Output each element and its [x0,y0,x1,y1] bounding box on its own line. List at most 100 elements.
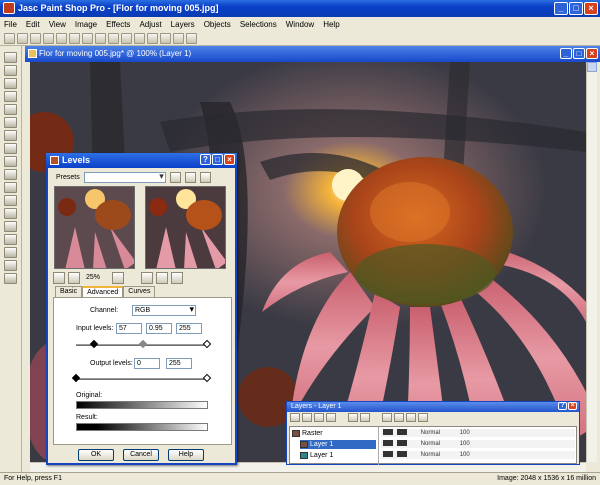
menu-help[interactable]: Help [323,20,339,29]
menu-effects[interactable]: Effects [106,20,130,29]
selection-tool-icon[interactable] [4,65,17,76]
browse-icon[interactable] [30,33,41,44]
paste-icon[interactable] [121,33,132,44]
layer-blend-row[interactable]: Normal 100 [381,440,575,448]
auto-proof-icon[interactable] [156,271,169,284]
input-gamma-field[interactable]: 0.95 [146,323,172,334]
overview-toggle-icon[interactable] [160,33,171,44]
layer-blend-row[interactable]: Normal 100 [381,451,575,459]
output-black-handle[interactable] [71,373,81,383]
link-layers-icon[interactable] [394,413,404,422]
duplicate-layer-icon[interactable] [348,413,358,422]
scroll-up-icon[interactable] [587,62,597,72]
layer-row-selected[interactable]: Layer 1 [300,440,376,449]
reset-preset-icon[interactable] [199,172,211,183]
redo-icon[interactable] [82,33,93,44]
flood-fill-tool-icon[interactable] [4,234,17,245]
print-icon[interactable] [56,33,67,44]
input-gamma-handle[interactable] [138,339,148,349]
output-levels-slider[interactable] [76,378,208,380]
new-adjustment-layer-icon[interactable] [326,413,336,422]
layers-help-button[interactable]: ? [558,402,567,410]
new-raster-layer-icon[interactable] [290,413,300,422]
eraser-tool-icon[interactable] [4,221,17,232]
layers-toggle-icon[interactable] [147,33,158,44]
navigate-icon[interactable] [112,271,125,284]
presets-dropdown[interactable] [83,171,166,183]
menu-selections[interactable]: Selections [240,20,277,29]
dropper-tool-icon[interactable] [4,117,17,128]
text-tool-icon[interactable] [4,247,17,258]
dialog-help-button[interactable]: ? [200,154,211,165]
minimize-button[interactable]: _ [554,2,568,15]
delete-preset-icon[interactable] [184,172,196,183]
zoom-tool-icon[interactable] [4,52,17,63]
perspective-tool-icon[interactable] [4,156,17,167]
channel-dropdown[interactable]: RGB [132,305,196,316]
delete-layer-icon[interactable] [360,413,370,422]
clone-brush-tool-icon[interactable] [4,195,17,206]
open-folder-icon[interactable] [17,33,28,44]
red-eye-tool-icon[interactable] [4,169,17,180]
tab-curves[interactable]: Curves [123,286,156,297]
menu-edit[interactable]: Edit [26,20,40,29]
menu-window[interactable]: Window [286,20,314,29]
paint-brush-tool-icon[interactable] [4,182,17,193]
menu-layers[interactable]: Layers [171,20,195,29]
before-preview[interactable] [54,186,135,269]
doc-minimize-button[interactable]: _ [560,48,572,59]
lasso-tool-icon[interactable] [4,104,17,115]
straighten-tool-icon[interactable] [4,143,17,154]
cut-icon[interactable] [95,33,106,44]
preset-shape-tool-icon[interactable] [4,260,17,271]
undo-icon[interactable] [69,33,80,44]
layer-row[interactable]: Raster [292,429,376,438]
layers-close-button[interactable]: × [568,402,577,410]
dodge-tool-icon[interactable] [4,208,17,219]
help-button[interactable]: Help [168,449,204,461]
doc-close-button[interactable]: × [586,48,598,59]
zoom-in-icon[interactable] [53,271,65,284]
lock-transparency-icon[interactable] [406,413,416,422]
pen-tool-icon[interactable] [4,273,17,284]
tool-options-icon[interactable] [186,33,197,44]
pick-tool-icon[interactable] [4,78,17,89]
layer-properties-icon[interactable] [382,413,392,422]
group-layers-icon[interactable] [418,413,428,422]
tab-basic[interactable]: Basic [55,286,83,297]
script-toggle-icon[interactable] [173,33,184,44]
menu-objects[interactable]: Objects [204,20,231,29]
input-black-handle[interactable] [89,339,99,349]
proof-icon[interactable] [141,271,154,284]
doc-maximize-button[interactable]: □ [573,48,585,59]
new-file-icon[interactable] [4,33,15,44]
input-white-handle[interactable] [202,339,212,349]
input-white-field[interactable]: 255 [176,323,202,334]
menu-file[interactable]: File [4,20,17,29]
zoom-out-icon[interactable] [68,271,80,284]
menu-adjust[interactable]: Adjust [139,20,161,29]
after-preview[interactable] [145,186,226,269]
output-white-handle[interactable] [202,373,212,383]
dialog-close-button[interactable]: × [224,154,235,165]
input-black-field[interactable]: 57 [116,323,142,334]
new-vector-layer-icon[interactable] [302,413,312,422]
output-black-field[interactable]: 0 [134,358,160,369]
close-button[interactable]: × [584,2,598,15]
new-mask-layer-icon[interactable] [314,413,324,422]
save-icon[interactable] [43,33,54,44]
copy-icon[interactable] [108,33,119,44]
save-preset-icon[interactable] [169,172,181,183]
crop-tool-icon[interactable] [4,130,17,141]
dialog-maximize-button[interactable]: □ [212,154,223,165]
palette-toggle-icon[interactable] [134,33,145,44]
ok-button[interactable]: OK [78,449,114,461]
menu-view[interactable]: View [49,20,66,29]
maximize-button[interactable]: □ [569,2,583,15]
move-tool-icon[interactable] [4,91,17,102]
menu-image[interactable]: Image [75,20,97,29]
randomize-icon[interactable] [171,271,184,284]
layer-row[interactable]: Layer 1 [300,451,376,460]
cancel-button[interactable]: Cancel [123,449,159,461]
vertical-scrollbar[interactable] [586,62,597,462]
